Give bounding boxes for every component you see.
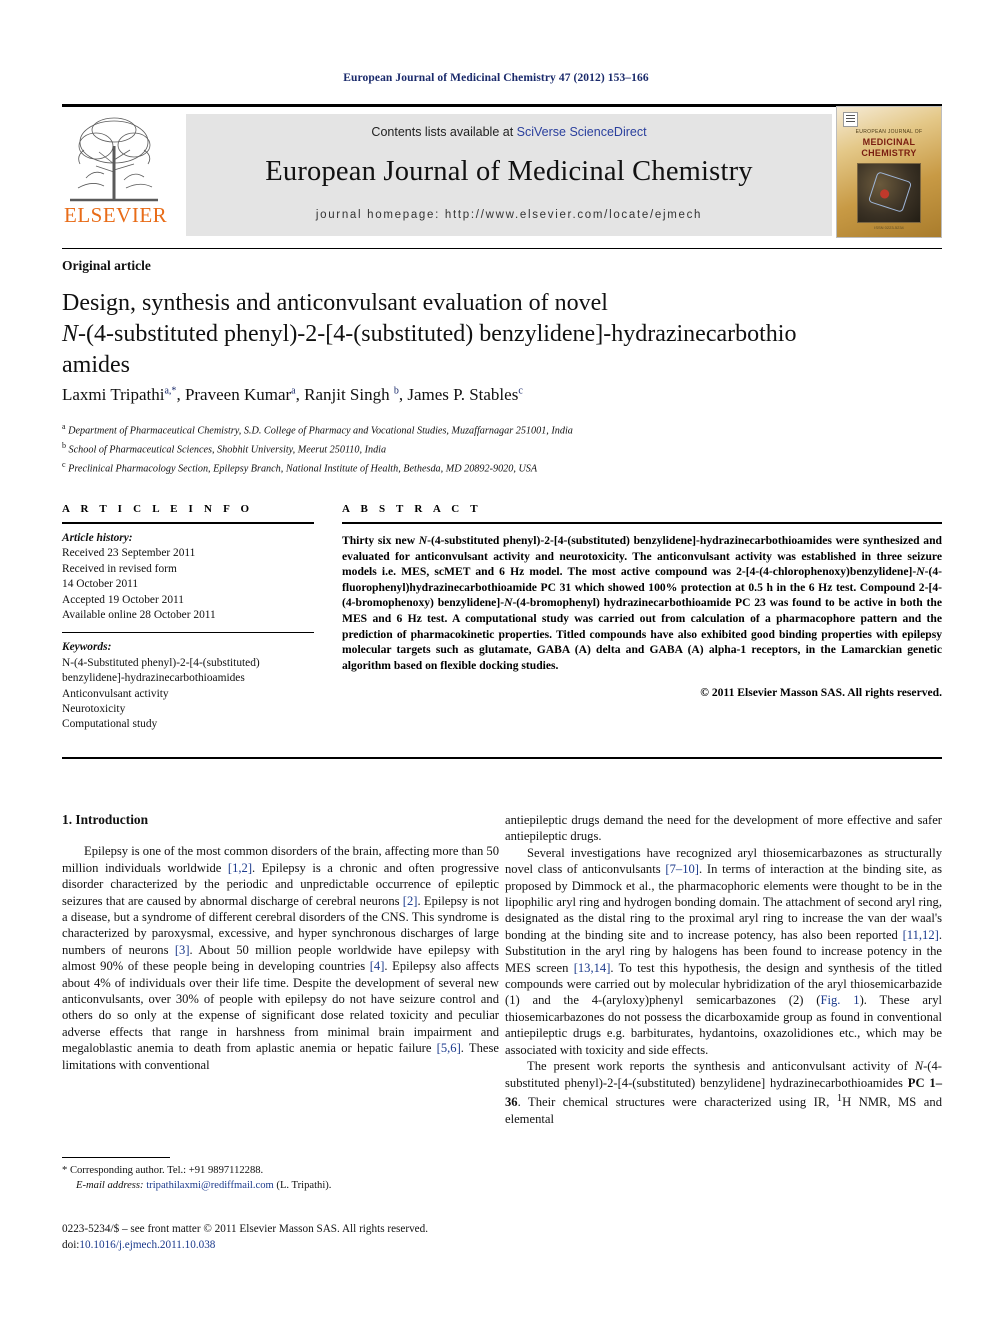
keyword-item: Neurotoxicity — [62, 703, 126, 716]
author-sup: c — [518, 385, 523, 397]
molecule-icon — [867, 171, 913, 213]
author-sup: a — [291, 385, 296, 397]
history-item: Accepted 19 October 2011 — [62, 593, 184, 606]
masthead-top-rule — [62, 104, 942, 107]
article-history: Article history: Received 23 September 2… — [62, 531, 314, 623]
title-line-1: Design, synthesis and anticonvulsant eva… — [62, 290, 608, 316]
cover-line-1: EUROPEAN JOURNAL OF — [855, 129, 923, 135]
cover-line-3: CHEMISTRY — [861, 148, 917, 158]
title-line-3: amides — [62, 352, 130, 378]
email-suffix: (L. Tripathi). — [273, 1180, 332, 1191]
doi-label: doi: — [62, 1238, 80, 1251]
corresponding-author-note: * Corresponding author. Tel.: +91 989711… — [62, 1165, 264, 1176]
body-paragraph: Epilepsy is one of the most common disor… — [62, 844, 499, 1072]
history-item: Received in revised form — [62, 562, 177, 575]
elsevier-logo: ELSEVIER — [62, 112, 170, 236]
affiliation-mark: a — [62, 422, 66, 431]
history-item: 14 October 2011 — [62, 578, 139, 591]
affiliation-text: Preclinical Pharmacology Section, Epilep… — [68, 463, 538, 475]
author-name: James P. Stables — [407, 385, 519, 404]
contents-list-line: Contents lists available at SciVerse Sci… — [186, 114, 832, 139]
article-info-heading: A R T I C L E I N F O — [62, 503, 254, 515]
abstract-heading: A B S T R A C T — [342, 503, 482, 515]
running-head: European Journal of Medicinal Chemistry … — [343, 72, 649, 84]
history-item: Received 23 September 2011 — [62, 547, 196, 560]
masthead-banner: Contents lists available at SciVerse Sci… — [186, 114, 832, 236]
body-paragraph: The present work reports the synthesis a… — [505, 1059, 942, 1126]
abstract-rule — [342, 522, 942, 524]
affiliation-mark: b — [62, 440, 66, 450]
author-list: Laxmi Tripathia,*, Praveen Kumara, Ranji… — [62, 385, 523, 404]
journal-title: European Journal of Medicinal Chemistry — [265, 156, 753, 187]
paper-page: European Journal of Medicinal Chemistry … — [0, 0, 992, 1323]
body-paragraph: antiepileptic drugs demand the need for … — [505, 813, 942, 844]
keyword-item: Computational study — [62, 718, 158, 731]
affiliation-item: a Department of Pharmaceutical Chemistry… — [62, 420, 942, 439]
section-heading-introduction: 1. Introduction — [62, 812, 149, 827]
body-column-left: 1. Introduction Epilepsy is one of the m… — [62, 812, 499, 1073]
title-line-2: -(4-substituted phenyl)-2-[4-(substitute… — [78, 321, 797, 347]
elsevier-mark-icon — [843, 112, 858, 127]
affiliation-item: c Preclinical Pharmacology Section, Epil… — [62, 458, 942, 477]
front-matter-line: 0223-5234/$ – see front matter © 2011 El… — [62, 1223, 429, 1235]
article-type-label: Original article — [62, 258, 151, 273]
abstract-block: A B S T R A C T Thirty six new N-(4-subs… — [342, 503, 942, 699]
cover-line-2: MEDICINAL — [862, 137, 916, 147]
elsevier-wordmark: ELSEVIER — [64, 203, 168, 227]
keywords-rule — [62, 632, 314, 634]
affiliation-text: School of Pharmaceutical Sciences, Shobh… — [68, 444, 387, 456]
cover-caption: ISSN 0223-5234 — [874, 225, 904, 230]
journal-cover-thumbnail: EUROPEAN JOURNAL OF MEDICINAL CHEMISTRY … — [836, 106, 942, 238]
page-title: Design, synthesis and anticonvulsant eva… — [62, 288, 942, 381]
abstract-copyright: © 2011 Elsevier Masson SAS. All rights r… — [700, 686, 942, 700]
affiliation-text: Department of Pharmaceutical Chemistry, … — [68, 425, 573, 437]
author-sup: a,* — [164, 385, 177, 397]
cover-artwork — [857, 163, 921, 223]
imprint-block: 0223-5234/$ – see front matter © 2011 El… — [62, 1222, 499, 1253]
article-history-label: Article history: — [62, 532, 133, 544]
footnote-block: * Corresponding author. Tel.: +91 989711… — [62, 1163, 499, 1193]
keyword-item: benzylidene]-hydrazinecarbothioamides — [62, 672, 245, 685]
keywords-block: Keywords: N-(4-Substituted phenyl)-2-[4-… — [62, 640, 314, 732]
doi-link[interactable]: 10.1016/j.ejmech.2011.10.038 — [79, 1239, 215, 1251]
article-top-rule — [62, 248, 942, 249]
author-name: Ranjit Singh — [304, 385, 390, 404]
journal-masthead: ELSEVIER Contents lists available at Sci… — [62, 104, 942, 238]
author-sup: b — [393, 385, 399, 397]
footnote-rule — [62, 1157, 170, 1158]
affiliation-item: b School of Pharmaceutical Sciences, Sho… — [62, 439, 942, 458]
affiliation-mark: c — [62, 459, 66, 469]
history-item: Available online 28 October 2011 — [62, 609, 216, 622]
email-label: E-mail address: — [76, 1180, 144, 1191]
body-column-right: antiepileptic drugs demand the need for … — [505, 812, 942, 1127]
journal-homepage[interactable]: journal homepage: http://www.elsevier.co… — [186, 209, 832, 221]
email-link[interactable]: tripathilaxmi@rediffmail.com — [146, 1180, 274, 1191]
doi-line: doi:10.1016/j.ejmech.2011.10.038 — [62, 1238, 499, 1254]
article-info-block: A R T I C L E I N F O Article history: R… — [62, 503, 314, 733]
article-info-rule — [62, 522, 314, 524]
keyword-item: N-(4-Substituted phenyl)-2-[4-(substitut… — [62, 656, 260, 669]
email-note: E-mail address: tripathilaxmi@rediffmail… — [62, 1178, 499, 1193]
body-paragraph: Several investigations have recognized a… — [505, 845, 942, 1057]
elsevier-tree-icon — [66, 112, 162, 204]
contents-prefix: Contents lists available at — [371, 125, 517, 139]
keywords-label: Keywords: — [62, 641, 112, 654]
author-name: Praveen Kumar — [184, 385, 292, 404]
affiliation-list: a Department of Pharmaceutical Chemistry… — [62, 420, 942, 477]
keyword-item: Anticonvulsant activity — [62, 687, 169, 700]
title-line-2-italic: N — [62, 321, 79, 347]
sciencedirect-link[interactable]: SciVerse ScienceDirect — [517, 125, 647, 139]
author-name: Laxmi Tripathi — [62, 385, 165, 404]
abstract-text: Thirty six new N-(4-substituted phenyl)-… — [342, 534, 942, 672]
abstract-bottom-rule — [62, 757, 942, 759]
